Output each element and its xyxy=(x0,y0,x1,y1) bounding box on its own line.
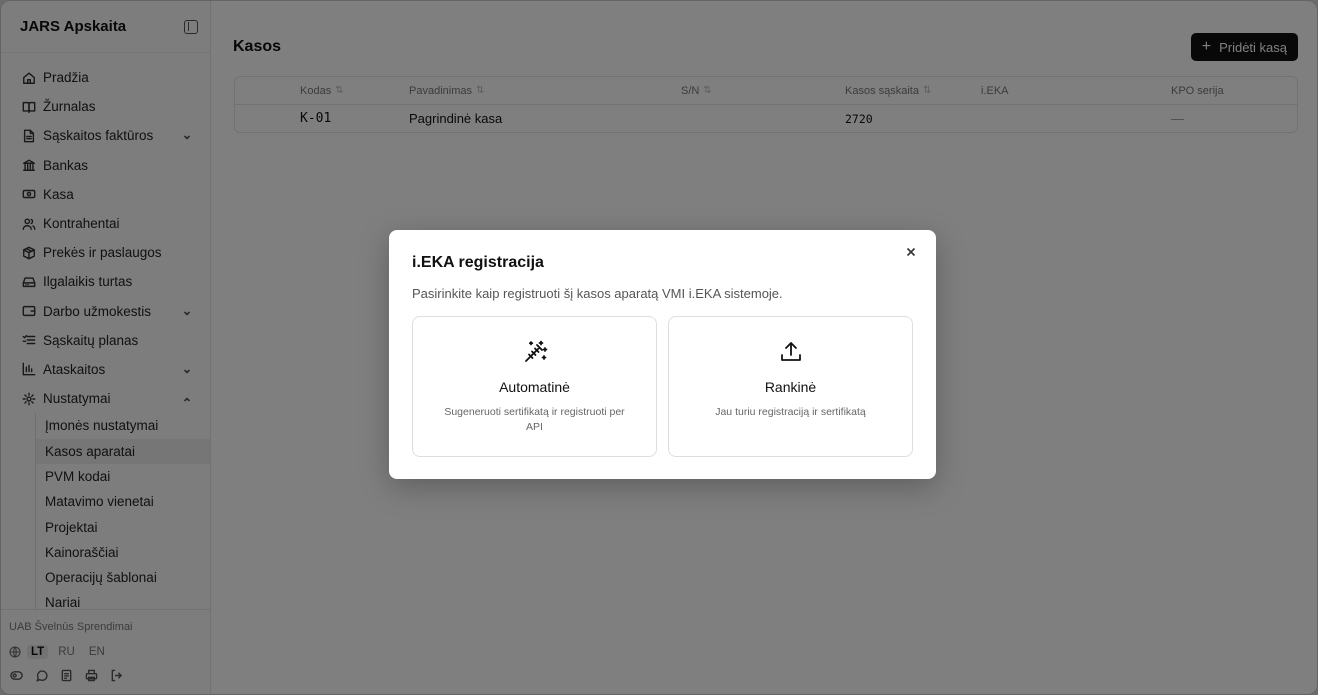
option-title: Automatinė xyxy=(499,379,570,395)
option-description: Sugeneruoti sertifikatą ir registruoti p… xyxy=(444,406,625,433)
option-title: Rankinė xyxy=(764,379,817,395)
manual-registration-option[interactable]: Rankinė Jau turiu registraciją ir sertif… xyxy=(668,316,913,457)
dialog-title: i.EKA registracija xyxy=(412,254,544,271)
magic-wand-icon xyxy=(522,339,548,365)
upload-icon xyxy=(778,339,804,365)
close-icon[interactable] xyxy=(904,245,918,259)
ieka-registration-dialog: i.EKA registracija Pasirinkite kaip regi… xyxy=(389,230,936,479)
option-description: Jau turiu registraciją ir sertifikatą xyxy=(715,406,866,418)
dialog-description: Pasirinkite kaip registruoti šį kasos ap… xyxy=(412,286,783,301)
automatic-registration-option[interactable]: Automatinė Sugeneruoti sertifikatą ir re… xyxy=(412,316,657,457)
